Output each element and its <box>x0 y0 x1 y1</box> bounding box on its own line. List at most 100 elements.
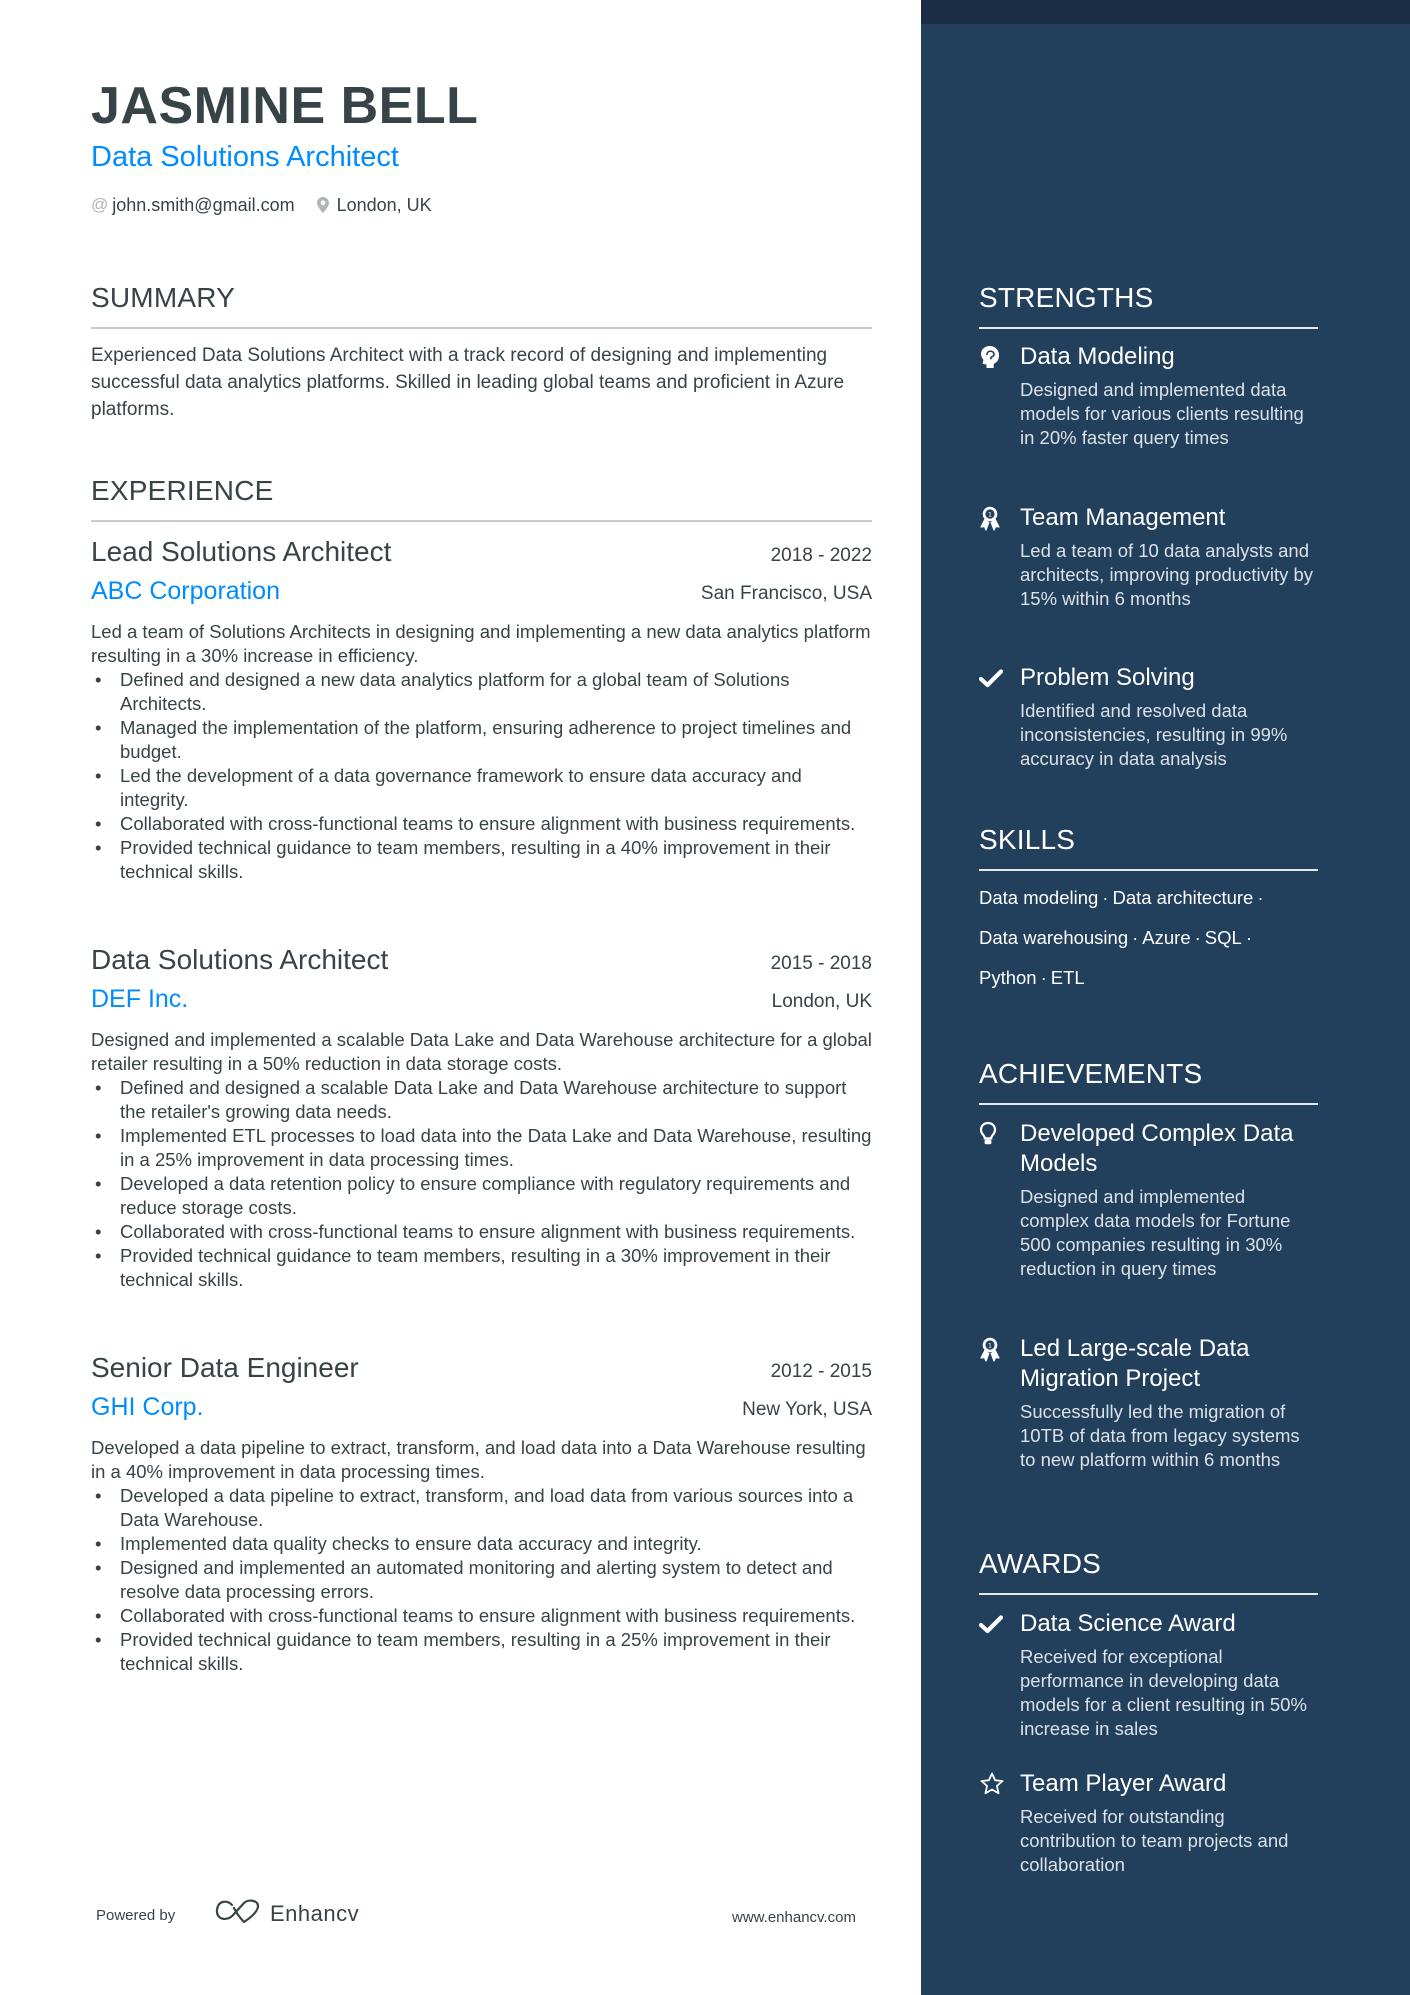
job-bullet: Provided technical guidance to team memb… <box>91 1244 872 1292</box>
award-ribbon-icon: 1 <box>979 503 1005 533</box>
contact-email[interactable]: @ john.smith@gmail.com <box>91 193 295 217</box>
job-role: Lead Solutions Architect <box>91 536 392 567</box>
strengths-heading: STRENGTHS <box>979 282 1154 313</box>
job-location: New York, USA <box>742 1399 872 1420</box>
sidebar-top-bar <box>921 0 1410 24</box>
skill-separator: · <box>1132 927 1139 948</box>
summary-divider <box>91 327 872 329</box>
skill-tag: Data modeling <box>979 887 1099 908</box>
job-bullet: Implemented data quality checks to ensur… <box>91 1532 872 1556</box>
achievement-description: Designed and implemented complex data mo… <box>1020 1186 1291 1279</box>
contact-location: London, UK <box>316 193 432 217</box>
skills-heading: SKILLS <box>979 824 1076 855</box>
job-location: London, UK <box>771 991 872 1012</box>
award-item: Data Science Award Received for exceptio… <box>979 1609 1319 1741</box>
skill-tag: Python <box>979 967 1037 988</box>
job-bullets: Defined and designed a new data analytic… <box>91 668 872 884</box>
job-role: Data Solutions Architect <box>91 944 389 975</box>
job-bullet: Implemented ETL processes to load data i… <box>91 1124 872 1172</box>
checkmark-icon <box>979 1609 1005 1639</box>
job-bullet: Led the development of a data governance… <box>91 764 872 812</box>
job-company[interactable]: GHI Corp. <box>91 1390 204 1424</box>
job-dates: 2015 - 2018 <box>770 953 872 974</box>
summary-text: Experienced Data Solutions Architect wit… <box>91 345 845 420</box>
enhancv-url[interactable]: www.enhancv.com <box>732 1909 856 1926</box>
job-description: Led a team of Solutions Architects in de… <box>91 621 871 666</box>
lightbulb-icon <box>979 1119 1005 1149</box>
job-bullet: Developed a data retention policy to ens… <box>91 1172 872 1220</box>
job-description: Developed a data pipeline to extract, tr… <box>91 1437 866 1482</box>
svg-text:1: 1 <box>988 1342 992 1350</box>
award-title: Team Player Award <box>1020 1770 1227 1797</box>
email-text: john.smith@gmail.com <box>112 195 295 215</box>
job-entry: Data Solutions Architect 2015 - 2018 DEF… <box>91 942 872 1292</box>
achievements-divider <box>979 1103 1318 1105</box>
svg-text:1: 1 <box>988 511 992 519</box>
enhancv-logo[interactable]: Enhancv <box>214 1898 359 1929</box>
skill-separator: · <box>1102 887 1109 908</box>
strength-title: Data Modeling <box>1020 343 1175 370</box>
job-entry: Senior Data Engineer 2012 - 2015 GHI Cor… <box>91 1350 872 1676</box>
enhancv-logo-icon <box>214 1898 262 1929</box>
enhancv-brand-text: Enhancv <box>270 1900 360 1926</box>
award-ribbon-icon: 1 <box>979 1334 1005 1364</box>
job-bullet: Managed the implementation of the platfo… <box>91 716 872 764</box>
skill-tag: ETL <box>1050 967 1085 988</box>
job-bullet: Provided technical guidance to team memb… <box>91 1628 872 1676</box>
job-location: San Francisco, USA <box>700 583 872 604</box>
skill-tag: SQL <box>1204 927 1242 948</box>
strength-title: Team Management <box>1020 504 1226 531</box>
skills-divider <box>979 869 1318 871</box>
location-text: London, UK <box>336 195 432 215</box>
experience-heading: EXPERIENCE <box>91 475 274 506</box>
job-bullet: Designed and implemented an automated mo… <box>91 1556 872 1604</box>
job-bullets: Defined and designed a scalable Data Lak… <box>91 1076 872 1292</box>
star-outline-icon <box>979 1769 1005 1799</box>
achievements-heading: ACHIEVEMENTS <box>979 1058 1203 1089</box>
job-bullet: Collaborated with cross-functional teams… <box>91 812 872 836</box>
job-bullet: Provided technical guidance to team memb… <box>91 836 872 884</box>
candidate-title: Data Solutions Architect <box>91 141 399 173</box>
job-dates: 2012 - 2015 <box>770 1361 872 1382</box>
contact-info: @ john.smith@gmail.com London, UK <box>91 193 454 217</box>
skill-separator: · <box>1040 967 1047 988</box>
skill-separator: · <box>1245 927 1252 948</box>
brain-head-icon <box>979 342 1005 372</box>
skill-separator: · <box>1194 927 1201 948</box>
job-dates: 2018 - 2022 <box>770 545 872 566</box>
strength-title: Problem Solving <box>1020 664 1195 691</box>
awards-divider <box>979 1593 1318 1595</box>
strength-item: Data Modeling Designed and implemented d… <box>979 342 1319 450</box>
job-bullet: Collaborated with cross-functional teams… <box>91 1604 872 1628</box>
job-company[interactable]: ABC Corporation <box>91 574 280 608</box>
skill-tag: Data architecture <box>1112 887 1254 908</box>
summary-heading: SUMMARY <box>91 282 236 313</box>
award-title: Data Science Award <box>1020 1610 1236 1637</box>
strength-description: Identified and resolved data inconsisten… <box>1020 700 1288 769</box>
award-item: Team Player Award Received for outstandi… <box>979 1769 1319 1877</box>
strength-item: Problem Solving Identified and resolved … <box>979 663 1319 771</box>
job-bullet: Defined and designed a new data analytic… <box>91 668 872 716</box>
achievement-title: Developed Complex Data Models <box>1020 1120 1294 1177</box>
experience-divider <box>91 520 872 522</box>
strength-description: Led a team of 10 data analysts and archi… <box>1020 540 1314 609</box>
skill-separator: · <box>1257 887 1264 908</box>
strengths-divider <box>979 327 1318 329</box>
job-bullet: Developed a data pipeline to extract, tr… <box>91 1484 872 1532</box>
achievement-description: Successfully led the migration of 10TB o… <box>1020 1401 1300 1470</box>
achievement-item: 1 Led Large-scale Data Migration Project… <box>979 1334 1319 1472</box>
candidate-name: JASMINE BELL <box>91 77 479 135</box>
skill-tag: Azure <box>1142 927 1191 948</box>
skills-list: Data modeling · Data architecture · Data wa… <box>979 878 1319 998</box>
awards-heading: AWARDS <box>979 1548 1102 1579</box>
achievement-item: Developed Complex Data Models Designed a… <box>979 1119 1319 1281</box>
job-description: Designed and implemented a scalable Data… <box>91 1029 872 1074</box>
strength-description: Designed and implemented data models for… <box>1020 379 1304 448</box>
job-company[interactable]: DEF Inc. <box>91 982 188 1016</box>
job-bullet: Collaborated with cross-functional teams… <box>91 1220 872 1244</box>
award-description: Received for outstanding contribution to… <box>1020 1806 1289 1875</box>
job-bullets: Developed a data pipeline to extract, tr… <box>91 1484 872 1676</box>
achievement-title: Led Large-scale Data Migration Project <box>1020 1335 1250 1392</box>
job-role: Senior Data Engineer <box>91 1352 359 1383</box>
job-entry: Lead Solutions Architect 2018 - 2022 ABC… <box>91 534 872 884</box>
